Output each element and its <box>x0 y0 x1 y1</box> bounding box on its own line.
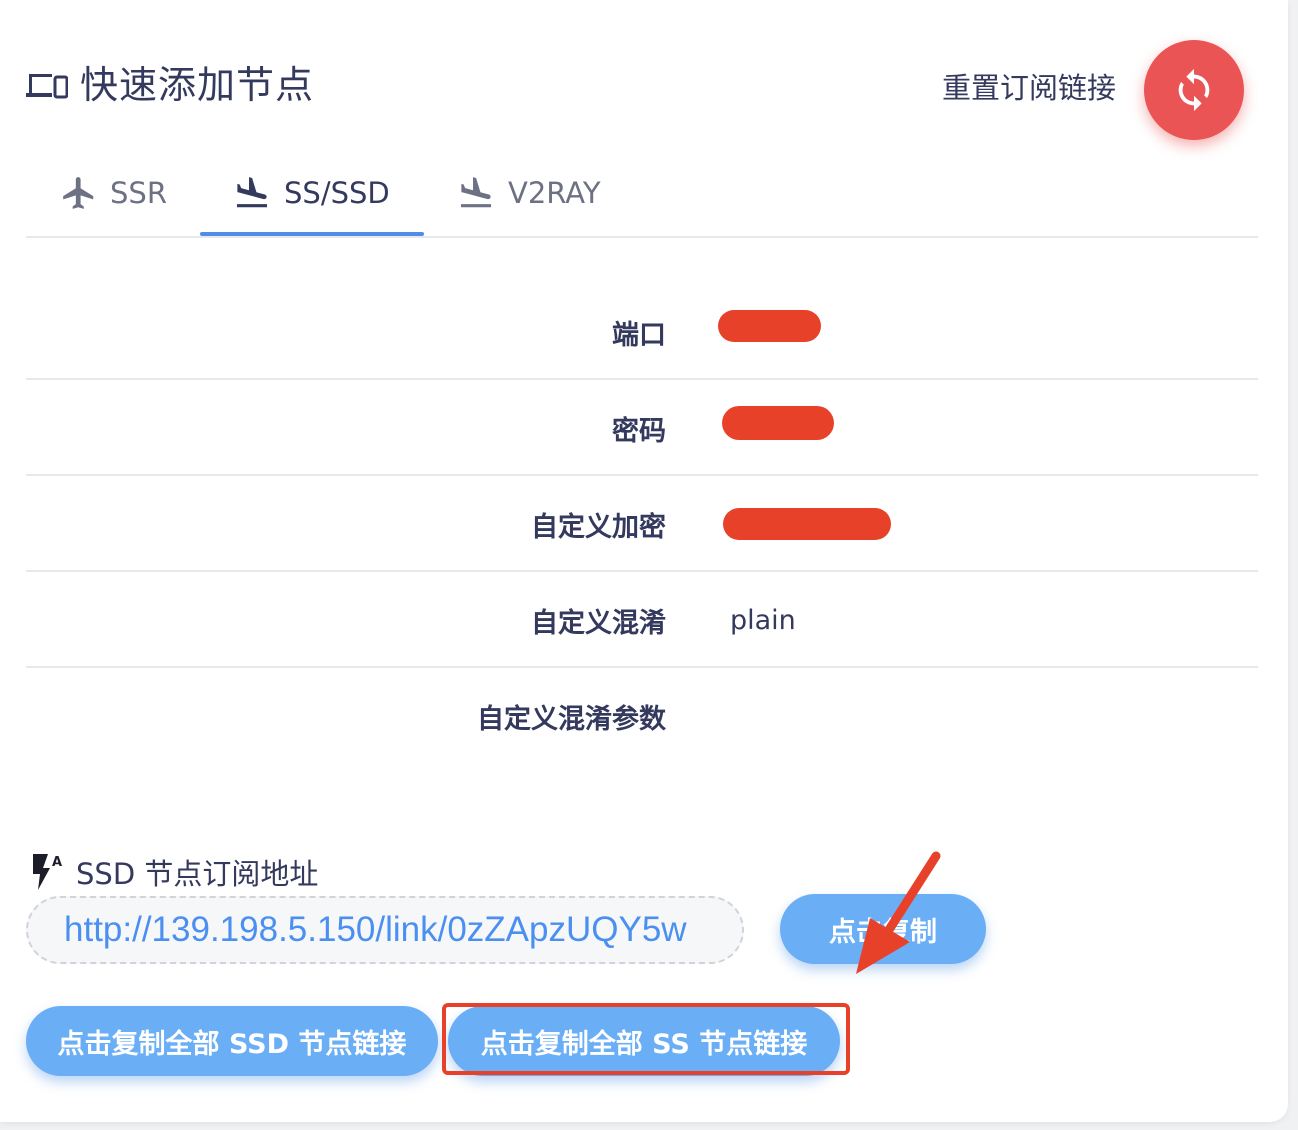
flight-land-icon <box>460 177 492 208</box>
redaction-mark <box>722 406 834 440</box>
airplane-icon <box>63 177 94 209</box>
field-row-encryption: 自定义加密 <box>26 476 1258 572</box>
ssd-url-text: http://139.198.5.150/link/0zZApzUQY5w <box>64 910 687 949</box>
active-tab-indicator <box>200 232 424 236</box>
field-value: plain <box>730 604 796 636</box>
devices-icon <box>26 74 68 99</box>
field-row-obfs-param: 自定义混淆参数 <box>26 668 1258 764</box>
redaction-mark <box>723 508 891 540</box>
field-row-password: 密码 <box>26 380 1258 476</box>
field-label: 自定义混淆 <box>531 607 666 639</box>
field-label: 自定义混淆参数 <box>477 703 666 735</box>
tab-ss-ssd[interactable]: SS/SSD <box>232 150 390 236</box>
field-row-port: 端口 <box>26 284 1258 380</box>
reset-subscription-button[interactable] <box>1144 40 1244 140</box>
page-title: 快速添加节点 <box>80 63 315 107</box>
flash-auto-icon: A <box>33 854 62 890</box>
redaction-mark <box>718 310 821 342</box>
tab-ssr[interactable]: SSR <box>60 150 167 236</box>
reset-subscription-label: 重置订阅链接 <box>941 71 1116 105</box>
field-label: 自定义加密 <box>531 511 666 543</box>
tab-v2ray[interactable]: V2RAY <box>456 150 601 236</box>
ssd-subscription-url-input[interactable]: http://139.198.5.150/link/0zZApzUQY5w <box>26 896 744 964</box>
tab-label: SS/SSD <box>284 176 390 210</box>
quick-add-node-card: 快速添加节点 重置订阅链接 SSR SS/SSD V2RAY 端口 密码 自定义… <box>0 0 1288 1122</box>
tab-label: SSR <box>110 176 167 210</box>
field-label: 密码 <box>612 415 666 447</box>
refresh-icon <box>1178 68 1210 112</box>
ssd-title-text: SSD 节点订阅地址 <box>76 857 319 891</box>
flight-land-icon <box>236 177 268 208</box>
ssd-subscription-title: A SSD 节点订阅地址 <box>30 850 318 894</box>
protocol-tabs: SSR SS/SSD V2RAY <box>26 150 1258 238</box>
copy-all-ssd-links-button[interactable]: 点击复制全部 SSD 节点链接 <box>26 1006 438 1076</box>
tab-label: V2RAY <box>508 176 601 210</box>
annotation-arrow-icon <box>856 851 941 974</box>
annotation-highlight-box <box>442 1003 850 1075</box>
svg-text:A: A <box>52 855 62 870</box>
field-row-obfs: 自定义混淆 plain <box>26 572 1258 668</box>
field-label: 端口 <box>612 319 666 351</box>
